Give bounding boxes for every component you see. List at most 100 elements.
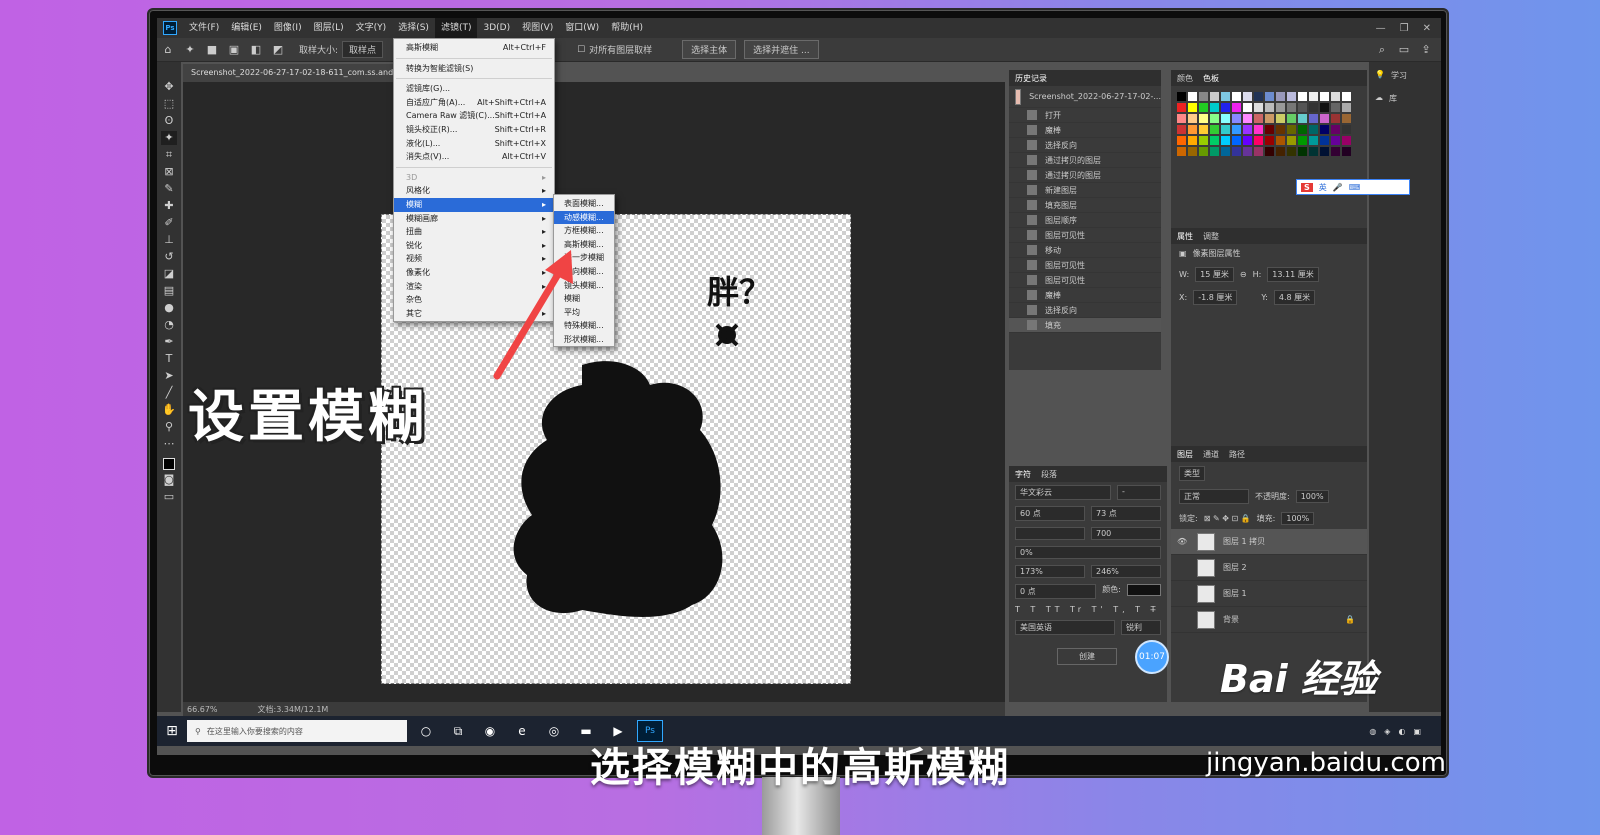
color-swatch[interactable] [1199,147,1208,156]
color-swatch[interactable] [1287,103,1296,112]
filter-menu-item[interactable]: 3D ▸ [394,171,554,185]
blur-submenu-item[interactable]: 动感模糊... [554,210,614,225]
opacity-field[interactable]: 100% [1295,490,1329,503]
type-tool-icon[interactable]: T [161,352,177,366]
color-swatch[interactable] [1232,136,1241,145]
color-swatch[interactable] [1210,125,1219,134]
line-tool-icon[interactable]: ╱ [161,386,177,400]
lasso-tool-icon[interactable]: ʘ [161,114,177,128]
tab-paths[interactable]: 路径 [1229,449,1245,460]
ime-language[interactable]: 英 [1319,182,1327,193]
color-swatch[interactable] [1177,92,1186,101]
filter-menu-item[interactable]: 高斯模糊 Alt+Ctrl+F [394,41,554,55]
tracking-field[interactable]: 700 [1091,527,1161,540]
text-color-swatch[interactable] [1127,584,1161,596]
color-swatch[interactable] [1188,147,1197,156]
color-swatch[interactable] [1342,103,1351,112]
layer-row[interactable]: 👁 图层 1 拷贝 [1171,529,1367,555]
intersect-selection-icon[interactable]: ◩ [271,43,285,57]
filter-menu-item[interactable]: 液化(L)... Shift+Ctrl+X [394,137,554,151]
filter-menu-item[interactable]: 镜头校正(R)... Shift+Ctrl+R [394,123,554,137]
zoom-level[interactable]: 66.67% [187,705,218,714]
history-brush-icon[interactable]: ↺ [161,250,177,264]
more-tools-icon[interactable]: ⋯ [161,437,177,451]
history-item[interactable]: 图层可见性 [1009,273,1161,288]
color-swatch[interactable] [1210,92,1219,101]
color-swatch[interactable] [1320,147,1329,156]
layer-row[interactable]: 图层 1 [1171,581,1367,607]
new-selection-icon[interactable]: ■ [205,43,219,57]
filter-menu-item[interactable]: 消失点(V)... Alt+Ctrl+V [394,150,554,164]
width-field[interactable]: 15 厘米 [1195,267,1234,282]
menu-item[interactable]: 文件(F) [183,18,225,38]
home-icon[interactable]: ⌂ [161,43,175,57]
color-swatch[interactable] [1342,92,1351,101]
color-swatch[interactable] [1276,103,1285,112]
brush-tool-icon[interactable]: ✐ [161,216,177,230]
select-subject-button[interactable]: 选择主体 [682,40,737,59]
menu-item[interactable]: 滤镜(T) [434,18,478,38]
history-item[interactable]: 通过拷贝的图层 [1009,168,1161,183]
color-swatch[interactable] [1287,114,1296,123]
color-swatch[interactable] [1188,125,1197,134]
color-swatch[interactable] [1276,136,1285,145]
color-swatch[interactable] [1243,103,1252,112]
color-swatch[interactable] [1265,147,1274,156]
menu-item[interactable]: 图层(L) [308,18,350,38]
crop-tool-icon[interactable]: ⌗ [161,148,177,162]
color-swatch[interactable] [1298,92,1307,101]
color-swatch[interactable] [1221,125,1230,134]
color-swatch[interactable] [1254,136,1263,145]
lock-icon[interactable]: 🔒 [1345,615,1355,624]
color-swatch[interactable] [1221,92,1230,101]
color-swatch[interactable] [1254,103,1263,112]
filter-menu-item[interactable]: 模糊画廊 ▸ [394,212,554,226]
blur-tool-icon[interactable]: ● [161,301,177,315]
history-item[interactable]: 通过拷贝的图层 [1009,153,1161,168]
color-swatch[interactable] [1309,92,1318,101]
path-select-icon[interactable]: ➤ [161,369,177,383]
color-swatch[interactable] [1331,103,1340,112]
color-swatch[interactable] [1320,92,1329,101]
color-swatch[interactable] [1221,147,1230,156]
add-selection-icon[interactable]: ▣ [227,43,241,57]
horizontal-scale-field[interactable]: 246% [1091,565,1161,578]
blur-submenu-item[interactable]: 方框模糊... [554,224,614,238]
color-swatch[interactable] [1254,114,1263,123]
color-swatch[interactable] [1276,92,1285,101]
ime-mic-icon[interactable]: 🎤 [1333,183,1343,192]
hand-tool-icon[interactable]: ✋ [161,403,177,417]
menu-item[interactable]: 窗口(W) [559,18,605,38]
ime-toolbar[interactable]: S 英 🎤 ⌨ [1296,179,1410,195]
color-swatch[interactable] [1177,114,1186,123]
history-snapshot[interactable]: Screenshot_2022-06-27-17-02-... [1009,86,1161,108]
color-swatch[interactable] [1232,147,1241,156]
gradient-tool-icon[interactable]: ▤ [161,284,177,298]
menu-item[interactable]: 选择(S) [392,18,435,38]
create-button[interactable]: 创建 [1057,648,1117,665]
color-swatch[interactable] [1276,125,1285,134]
color-swatch[interactable] [1210,136,1219,145]
color-swatch[interactable] [1309,125,1318,134]
color-swatch[interactable] [1210,147,1219,156]
menu-item[interactable]: 3D(D) [477,18,516,38]
tab-history[interactable]: 历史记录 [1015,73,1047,84]
color-swatch[interactable] [1232,125,1241,134]
color-swatch[interactable] [1342,125,1351,134]
color-swatch[interactable] [1254,125,1263,134]
layer-row[interactable]: 图层 2 [1171,555,1367,581]
color-swatch[interactable] [1342,114,1351,123]
history-item[interactable]: 选择反向 [1009,303,1161,318]
color-swatch[interactable] [1331,114,1340,123]
color-swatch[interactable] [1309,103,1318,112]
quick-mask-icon[interactable]: ◙ [161,473,177,487]
history-item[interactable]: 填充 [1009,318,1161,333]
screen-mode-icon[interactable]: ▭ [161,490,177,504]
foreground-color-swatch[interactable] [163,458,175,470]
history-item[interactable]: 打开 [1009,108,1161,123]
tab-color[interactable]: 颜色 [1177,73,1193,84]
menu-item[interactable]: 图像(I) [268,18,308,38]
blur-submenu-item[interactable]: 表面模糊... [554,197,614,211]
tab-channels[interactable]: 通道 [1203,449,1219,460]
color-swatch[interactable] [1177,147,1186,156]
